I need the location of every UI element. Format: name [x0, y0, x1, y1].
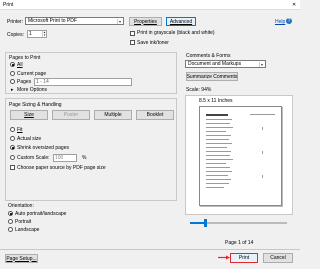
- pages-radio[interactable]: [10, 79, 15, 84]
- pages-range-value: 1 - 14: [36, 79, 49, 85]
- auto-orientation-label: Auto portrait/landscape: [15, 211, 67, 217]
- custom-scale-value: 100: [55, 155, 64, 161]
- page-preview: [199, 106, 282, 206]
- copies-label: Copies:: [7, 32, 24, 38]
- page-setup-label: Page Setup...: [6, 255, 37, 262]
- more-options-link[interactable]: More Options: [17, 87, 47, 93]
- actual-size-radio[interactable]: [10, 136, 15, 141]
- cancel-button[interactable]: Cancel: [263, 253, 293, 263]
- comments-forms-value: Document and Markups: [188, 61, 242, 67]
- pages-to-print-title: Pages to Print: [9, 55, 41, 61]
- tab-size-label: Size: [24, 112, 34, 118]
- portrait-label: Portrait: [15, 219, 32, 225]
- fit-radio[interactable]: [10, 127, 15, 132]
- all-label: All: [17, 62, 23, 68]
- help-link[interactable]: Help: [275, 19, 285, 25]
- tab-poster[interactable]: Poster: [52, 110, 90, 120]
- all-radio[interactable]: [10, 62, 15, 67]
- copies-value: 1: [29, 31, 32, 37]
- advanced-label: Advanced: [169, 18, 193, 25]
- paper-size-label: 8.5 x 11 Inches: [199, 98, 233, 104]
- printer-select[interactable]: Microsoft Print to PDF: [25, 17, 124, 25]
- chevron-down-icon: [117, 19, 122, 24]
- portrait-radio[interactable]: [8, 219, 13, 224]
- pages-label: Pages: [17, 79, 32, 85]
- tab-size[interactable]: Size: [10, 110, 48, 120]
- spinner-icon[interactable]: ▴ ▾: [42, 31, 46, 37]
- paper-source-label: Choose paper source by PDF page size: [17, 165, 106, 171]
- pages-range-input[interactable]: 1 - 14: [34, 78, 132, 86]
- printer-selected-value: Microsoft Print to PDF: [28, 18, 77, 24]
- summarize-comments-button[interactable]: Summarize Comments: [186, 72, 238, 81]
- page-indicator: Page 1 of 14: [225, 240, 254, 246]
- fit-label: Fit: [17, 127, 23, 133]
- shrink-radio[interactable]: [10, 145, 15, 150]
- print-label: Print: [238, 255, 250, 261]
- grayscale-label: Print in grayscale (black and white): [137, 30, 215, 36]
- summarize-comments-label: Summarize Comments: [186, 73, 238, 80]
- page-sizing-title: Page Sizing & Handling: [9, 102, 62, 108]
- pages-to-print-panel: Pages to Print All Current page Pages 1 …: [5, 52, 177, 94]
- print-button[interactable]: Print: [230, 253, 258, 263]
- current-page-label: Current page: [17, 71, 47, 77]
- paper-source-checkbox[interactable]: [10, 165, 15, 170]
- window-title: Print: [3, 2, 14, 8]
- advanced-button[interactable]: Advanced: [166, 17, 196, 26]
- page-setup-button[interactable]: Page Setup...: [5, 254, 38, 263]
- current-page-radio[interactable]: [10, 71, 15, 76]
- preview-pane: 8.5 x 11 Inches: [185, 95, 293, 215]
- tab-multiple[interactable]: Multiple: [94, 110, 132, 120]
- auto-orientation-radio[interactable]: [8, 211, 13, 216]
- custom-scale-label: Custom Scale:: [17, 155, 50, 161]
- landscape-radio[interactable]: [8, 227, 13, 232]
- landscape-label: Landscape: [15, 227, 40, 233]
- help-icon[interactable]: ?: [286, 18, 292, 24]
- page-sizing-panel: Page Sizing & Handling Size Poster Multi…: [5, 98, 177, 201]
- comments-forms-select[interactable]: Document and Markups: [185, 60, 266, 68]
- custom-scale-input[interactable]: 100: [53, 154, 77, 162]
- percent-label: %: [82, 155, 87, 161]
- orientation-title: Orientation:: [8, 203, 34, 209]
- save-ink-checkbox[interactable]: [130, 40, 135, 45]
- scale-label: Scale: 94%: [186, 87, 212, 93]
- close-icon[interactable]: ✕: [292, 2, 296, 8]
- properties-button[interactable]: Properties: [129, 17, 162, 26]
- cancel-label: Cancel: [270, 255, 286, 261]
- arrow-pointer-icon: [218, 255, 230, 260]
- comments-forms-title: Comments & Forms: [186, 53, 231, 59]
- save-ink-label: Save ink/toner: [137, 40, 169, 46]
- custom-scale-radio[interactable]: [10, 155, 15, 160]
- page-slider-track[interactable]: [190, 219, 287, 227]
- copies-stepper[interactable]: 1 ▴ ▾: [27, 30, 47, 38]
- tab-booklet[interactable]: Booklet: [136, 110, 174, 120]
- actual-size-label: Actual size: [17, 136, 42, 142]
- footer-divider: [0, 249, 300, 250]
- properties-label: Properties: [134, 18, 157, 25]
- shrink-label: Shrink oversized pages: [17, 145, 69, 151]
- tab-multiple-label: Multiple: [104, 112, 122, 118]
- printer-label: Printer:: [7, 19, 24, 25]
- chevron-down-icon: [259, 62, 264, 67]
- tab-booklet-label: Booklet: [146, 112, 164, 118]
- grayscale-checkbox[interactable]: [130, 31, 135, 36]
- page-slider-fill: [190, 222, 205, 224]
- expand-arrow-icon[interactable]: ▸: [11, 87, 14, 93]
- tab-poster-label: Poster: [63, 112, 79, 118]
- page-slider-thumb[interactable]: [203, 219, 207, 227]
- title-bar: Print ✕: [0, 0, 300, 10]
